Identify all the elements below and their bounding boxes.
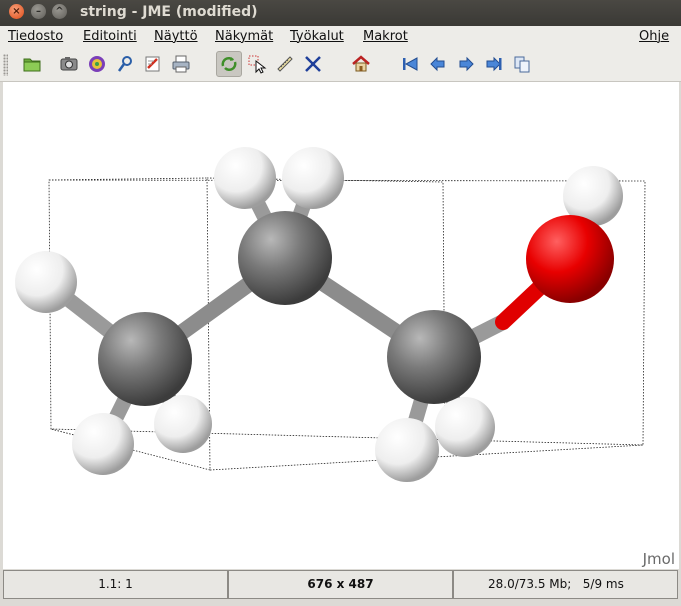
home-button[interactable]	[348, 51, 374, 77]
film-icon	[89, 56, 105, 72]
oxygen-atom	[526, 215, 614, 303]
carbon-atom	[98, 312, 192, 406]
menu-bar: Tiedosto Editointi Näyttö Näkymät Työkal…	[0, 26, 681, 48]
status-frame: 1.1: 1	[3, 570, 228, 599]
molecule-3d-view[interactable]	[3, 82, 679, 569]
title-bar: × – ^ string - JME (modified)	[0, 0, 681, 26]
menu-ohje[interactable]: Ohje	[639, 29, 669, 44]
first-frame-icon	[403, 57, 418, 71]
hydrogen-atom	[15, 251, 77, 313]
edit-icon	[145, 56, 160, 72]
toolbar-grip[interactable]	[3, 54, 8, 76]
capture-image-button[interactable]	[56, 51, 82, 77]
hydrogen-atom	[214, 147, 276, 209]
carbon-atom	[387, 310, 481, 404]
toolbar	[0, 48, 681, 82]
jmol-watermark: Jmol	[642, 550, 675, 568]
status-memory: 28.0/73.5 Mb;	[488, 577, 572, 591]
script-icon	[117, 56, 132, 72]
status-size: 676 x 487	[228, 570, 453, 599]
script-button[interactable]	[112, 51, 138, 77]
menu-editointi[interactable]: Editointi	[83, 29, 137, 44]
previous-frame-button[interactable]	[425, 51, 451, 77]
bonds	[38, 170, 600, 458]
hydrogen-atom	[154, 395, 212, 453]
window-title: string - JME (modified)	[80, 4, 258, 20]
last-frame-icon	[486, 56, 502, 72]
close-icon[interactable]: ×	[9, 4, 24, 19]
rotate-icon	[221, 57, 237, 71]
pointer-icon	[248, 55, 267, 74]
rotate-button[interactable]	[216, 51, 242, 77]
home-icon	[352, 55, 370, 72]
pick-button[interactable]	[244, 51, 270, 77]
minimize-icon[interactable]: –	[31, 4, 46, 19]
edit-script-button[interactable]	[140, 51, 166, 77]
camera-icon	[60, 57, 78, 71]
status-performance: 28.0/73.5 Mb; 5/9 ms	[453, 570, 678, 599]
hydrogen-atom	[72, 413, 134, 475]
ruler-icon	[277, 56, 293, 72]
print-button[interactable]	[168, 51, 194, 77]
translate-button[interactable]	[300, 51, 326, 77]
menu-tyokalut[interactable]: Työkalut	[290, 29, 344, 44]
next-frame-button[interactable]	[453, 51, 479, 77]
menu-tiedosto[interactable]: Tiedosto	[8, 29, 63, 44]
hydrogen-atom	[375, 418, 439, 482]
first-frame-button[interactable]	[397, 51, 423, 77]
copy-frames-icon	[514, 56, 530, 73]
menu-nakymat[interactable]: Näkymät	[215, 29, 273, 44]
open-file-button[interactable]	[19, 51, 45, 77]
record-animation-button[interactable]	[84, 51, 110, 77]
last-frame-button[interactable]	[481, 51, 507, 77]
molecule-viewer[interactable]: Jmol	[3, 82, 679, 569]
all-frames-button[interactable]	[509, 51, 535, 77]
folder-icon	[23, 58, 41, 72]
status-timing: 5/9 ms	[582, 577, 624, 591]
previous-frame-icon	[430, 56, 445, 72]
hydrogen-atom	[282, 147, 344, 209]
atoms	[15, 147, 623, 482]
menu-naytto[interactable]: Näyttö	[154, 29, 198, 44]
maximize-icon[interactable]: ^	[52, 4, 67, 19]
hydrogen-atom	[435, 397, 495, 457]
printer-icon	[172, 55, 190, 73]
move-icon	[305, 56, 321, 72]
carbon-atom	[238, 211, 332, 305]
menu-makrot[interactable]: Makrot	[363, 29, 408, 44]
status-bar: 1.1: 1 676 x 487 28.0/73.5 Mb; 5/9 ms	[0, 569, 681, 606]
next-frame-icon	[459, 56, 474, 72]
measure-button[interactable]	[272, 51, 298, 77]
